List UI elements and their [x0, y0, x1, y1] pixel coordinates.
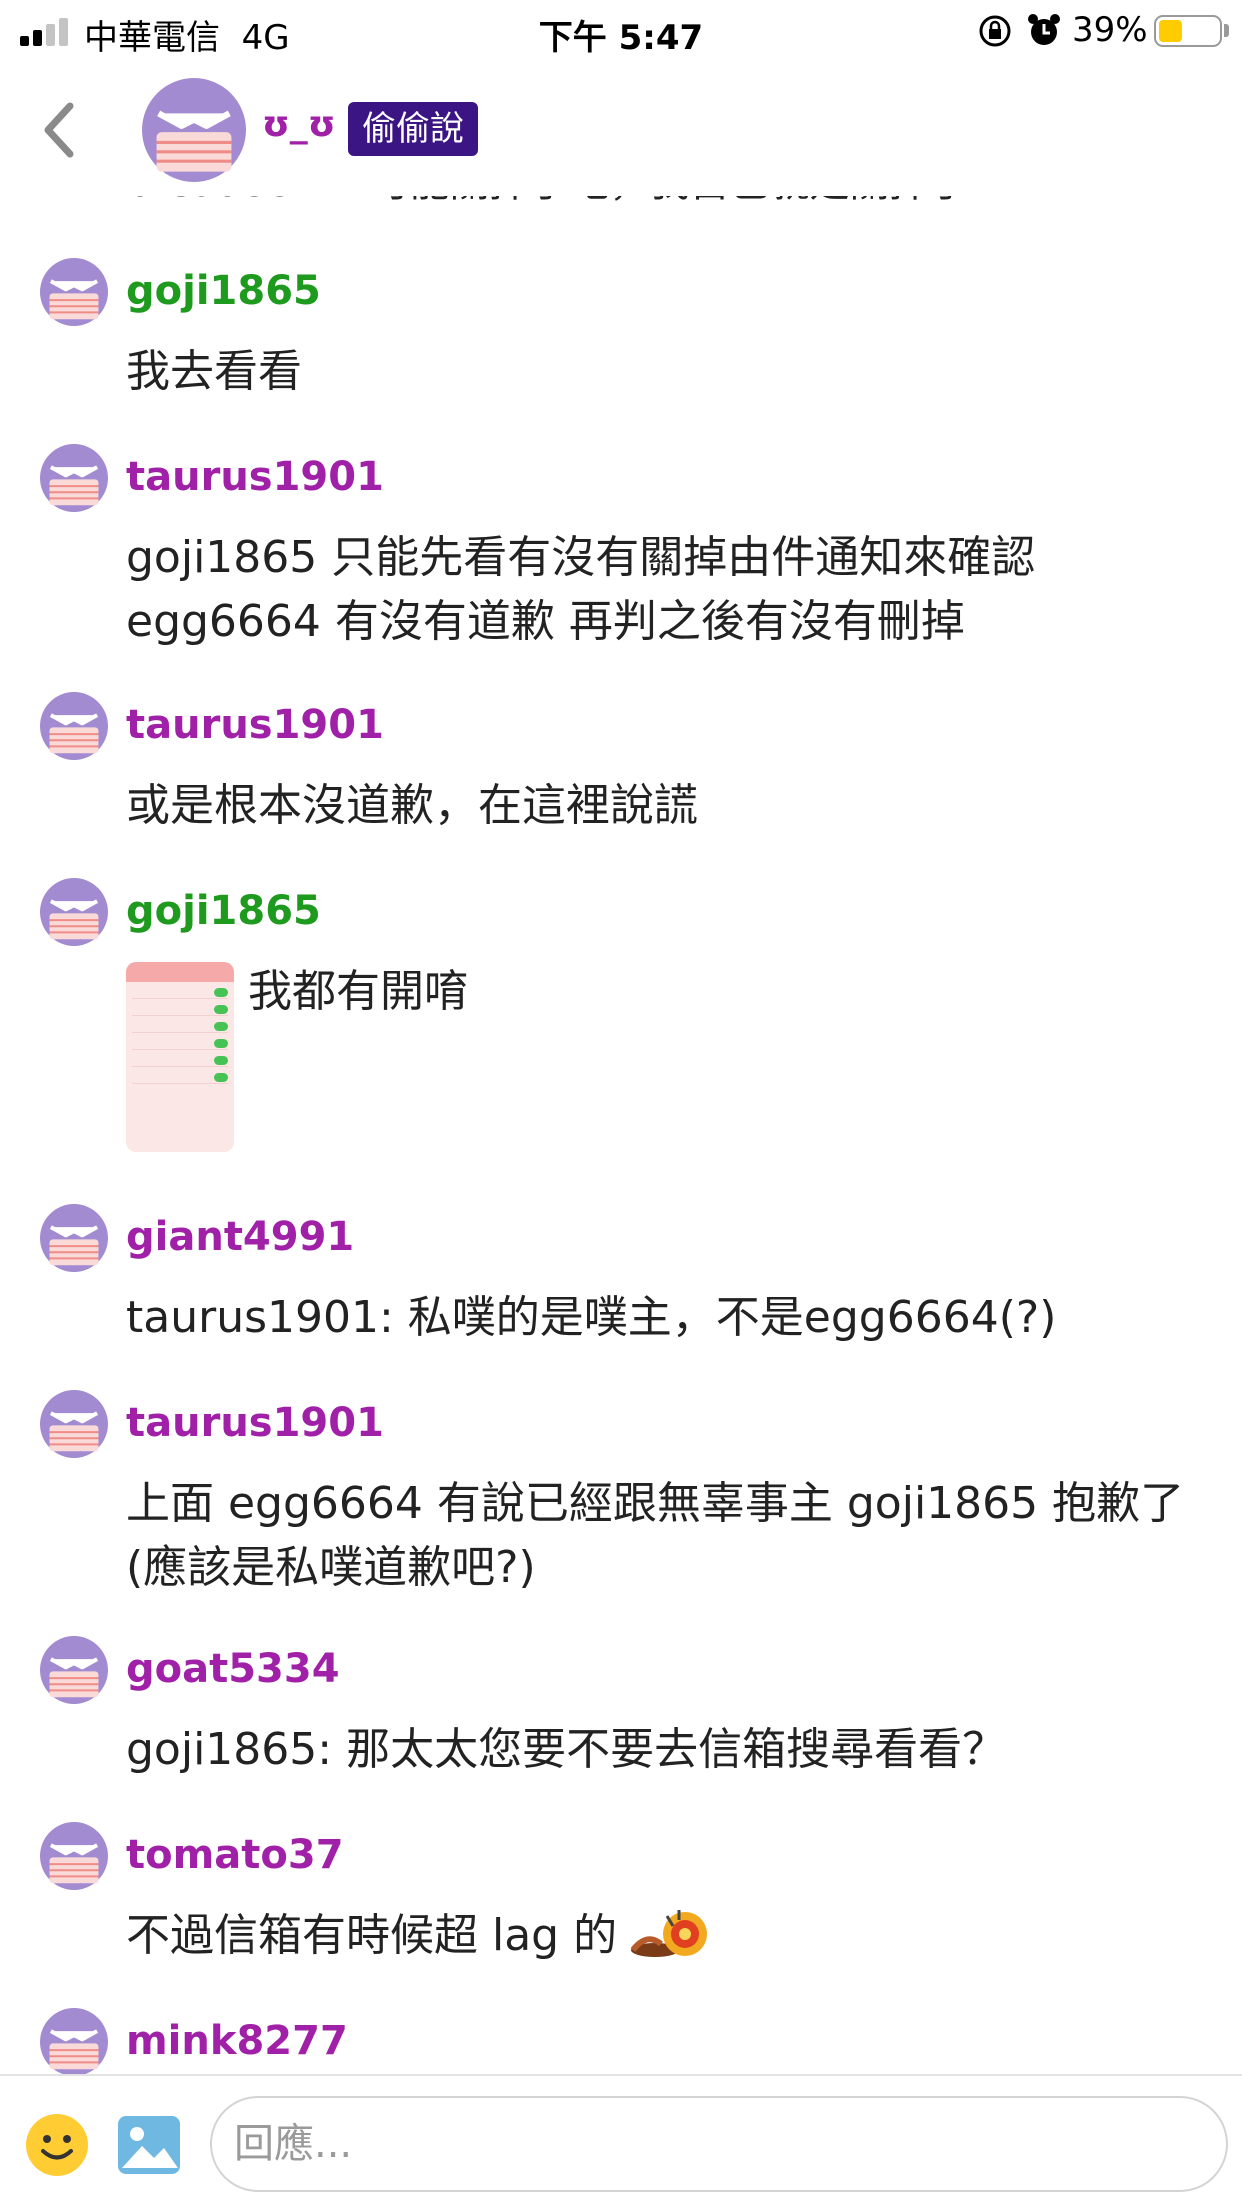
snail-emoji-icon [630, 1910, 708, 1957]
message-text-content: 或是根本沒道歉，在這裡說謊 [126, 780, 698, 831]
emoji-button[interactable] [24, 2112, 90, 2178]
header-avatar[interactable] [142, 78, 246, 182]
username-link[interactable]: goat5334 [126, 1646, 340, 1692]
user-avatar[interactable] [40, 1390, 108, 1458]
message-text-content: taurus1901: 私噗的是噗主，不是egg6664(?) [126, 1292, 1057, 1343]
username-link[interactable]: taurus1901 [126, 702, 384, 748]
reply-bar [0, 2074, 1242, 2208]
alarm-icon [1028, 14, 1060, 45]
message-text-content: goji1865: 那太太您要不要去信箱搜尋看看？ [126, 1724, 1007, 1775]
user-avatar[interactable] [40, 2008, 108, 2076]
username-link[interactable]: taurus1901 [126, 1400, 384, 1446]
message-text-content: 不過信箱有時候超 lag 的 [126, 1910, 618, 1961]
attached-image-thumbnail[interactable] [126, 962, 234, 1152]
message-text-content: goji1865 只能先看有沒有關掉由件通知來確認 egg6664 有沒有道歉 … [126, 532, 1036, 647]
battery-percent: 39% [1072, 10, 1148, 50]
message-text: taurus1901: 私噗的是噗主，不是egg6664(?) [126, 1286, 1206, 1350]
message-text: 上面 egg6664 有說已經跟無辜事主 goji1865 抱歉了 (應該是私噗… [126, 1472, 1206, 1600]
user-avatar[interactable] [40, 1204, 108, 1272]
reply-input[interactable] [210, 2096, 1228, 2192]
username-link[interactable]: mink8277 [126, 2018, 348, 2064]
user-avatar[interactable] [40, 1636, 108, 1704]
username-link[interactable]: taurus1901 [126, 454, 384, 500]
message-text-content: 上面 egg6664 有說已經跟無辜事主 goji1865 抱歉了 (應該是私噗… [126, 1478, 1185, 1593]
user-avatar[interactable] [40, 878, 108, 946]
username-link[interactable]: tomato37 [126, 1832, 344, 1878]
message-text: 不過信箱有時候超 lag 的 [126, 1904, 1206, 1968]
message-text: goji1865: 那太太您要不要去信箱搜尋看看？ [126, 1718, 1206, 1782]
status-bar: 中華電信 4G 下午 5:47 39% [0, 0, 1242, 62]
user-avatar[interactable] [40, 444, 108, 512]
message-text: 或是根本沒道歉，在這裡說謊 [126, 774, 1206, 838]
header-tag: 偷偷說 [348, 102, 478, 156]
message-text-content: 我去看看 [126, 346, 302, 397]
user-avatar[interactable] [40, 692, 108, 760]
rotation-lock-icon [979, 15, 1011, 47]
image-upload-button[interactable] [116, 2114, 182, 2176]
header-name: ʊ_ʊ [262, 104, 336, 145]
username-link[interactable]: goji1865 [126, 888, 321, 934]
message-text: 我都有開唷 [248, 966, 468, 1017]
username-link[interactable]: goji1865 [126, 268, 321, 314]
back-button[interactable] [36, 98, 86, 162]
battery-tip [1224, 24, 1229, 37]
username-link[interactable]: giant4991 [126, 1214, 354, 1260]
chat-header: ʊ_ʊ 偷偷說 [0, 62, 1242, 196]
user-avatar[interactable] [40, 1822, 108, 1890]
battery-icon [1154, 15, 1222, 47]
user-avatar[interactable] [40, 258, 108, 326]
message-text: goji1865 只能先看有沒有關掉由件通知來確認 egg6664 有沒有道歉 … [126, 526, 1206, 654]
message-text: 我去看看 [126, 340, 1206, 404]
